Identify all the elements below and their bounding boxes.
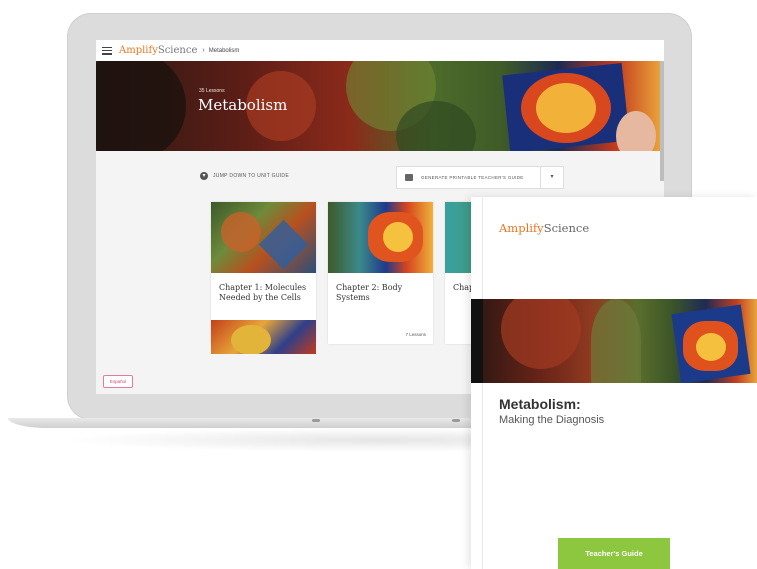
hinge-mark: [312, 419, 320, 422]
print-teacher-guide-button[interactable]: GENERATE PRINTABLE TEACHER'S GUIDE ▾: [396, 166, 564, 189]
hinge-mark: [452, 419, 460, 422]
chapter-lessons: 7 Lessons: [405, 332, 426, 337]
book-spine: [482, 197, 483, 569]
unit-hero-banner: 35 Lessons Metabolism: [96, 61, 660, 151]
print-options-dropdown[interactable]: ▾: [540, 167, 563, 188]
jump-label: JUMP DOWN TO UNIT GUIDE: [213, 173, 289, 179]
chapter-title: Chapter 2: Body Systems: [336, 283, 403, 302]
book-brand-logo: AmplifyScience: [499, 221, 589, 235]
teachers-guide-button[interactable]: Teacher's Guide: [558, 538, 670, 569]
scrollbar[interactable]: [660, 61, 664, 181]
chevron-down-icon: ▾: [200, 172, 208, 180]
book-brand-science: Science: [543, 221, 590, 235]
book-title: Metabolism:: [499, 396, 581, 412]
book-cover-art: [471, 299, 757, 383]
teacher-guide-cover: AmplifyScience Metabolism: Making the Di…: [471, 197, 757, 569]
chapter-card[interactable]: Chapter 2: Body Systems 7 Lessons: [328, 202, 433, 344]
book-brand-amplify: Amplify: [499, 221, 544, 235]
brand-logo[interactable]: AmplifyScience: [119, 45, 197, 56]
book-subtitle: Making the Diagnosis: [499, 414, 605, 426]
lesson-count: 35 Lessons: [199, 88, 225, 94]
chapter-image: [211, 320, 316, 354]
unit-title: Metabolism: [198, 96, 288, 114]
print-label: GENERATE PRINTABLE TEACHER'S GUIDE: [421, 175, 524, 180]
brand-science: Science: [157, 45, 198, 56]
chapter-image: [211, 202, 316, 273]
brand-amplify: Amplify: [119, 45, 158, 56]
jump-to-unit-guide-link[interactable]: ▾ JUMP DOWN TO UNIT GUIDE: [200, 172, 289, 180]
top-bar: AmplifyScience › Metabolism: [96, 40, 664, 62]
espanol-button[interactable]: Español: [103, 375, 133, 388]
chapter-title: Chapter 1: Molecules Needed by the Cells: [219, 283, 307, 302]
printer-icon: [405, 174, 413, 181]
breadcrumb-separator: ›: [202, 47, 205, 54]
chapter-image: [328, 202, 433, 273]
menu-icon[interactable]: [102, 46, 112, 55]
breadcrumb[interactable]: Metabolism: [209, 48, 240, 54]
